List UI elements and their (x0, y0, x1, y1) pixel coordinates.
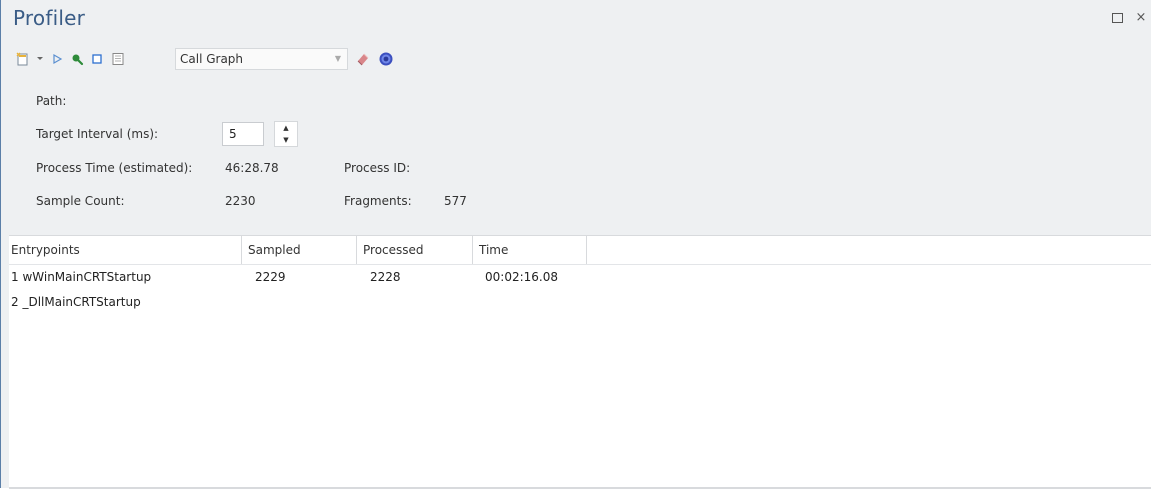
fragments-value: 577 (444, 194, 467, 208)
spin-up-icon[interactable]: ▲ (275, 122, 297, 134)
table-row[interactable]: 2 _DllMainCRTStartup (9, 291, 1151, 313)
column-sampled[interactable]: Sampled (242, 236, 357, 264)
dropdown-arrow-icon[interactable] (33, 48, 47, 70)
target-interval-input[interactable]: 5 (222, 122, 264, 146)
path-label: Path: (36, 94, 67, 108)
view-select[interactable]: Call Graph ▼ (175, 48, 348, 70)
entrypoint-cell: 1 wWinMainCRTStartup (11, 270, 152, 284)
column-processed[interactable]: Processed (357, 236, 473, 264)
process-id-label: Process ID: (344, 161, 411, 175)
sample-count-value: 2230 (225, 194, 256, 208)
target-interval-spinner[interactable]: ▲ ▼ (274, 121, 298, 147)
sample-count-label: Sample Count: (36, 194, 125, 208)
new-session-icon[interactable] (13, 48, 33, 70)
column-time[interactable]: Time (473, 236, 587, 264)
report-icon[interactable] (107, 48, 129, 70)
eraser-icon[interactable] (353, 48, 373, 70)
sampled-cell: 2229 (255, 270, 286, 284)
list-header: Entrypoints Sampled Processed Time (9, 236, 1151, 265)
time-cell: 00:02:16.08 (485, 270, 558, 284)
entrypoints-list: Entrypoints Sampled Processed Time 1 wWi… (9, 235, 1151, 489)
window-title: Profiler (13, 6, 86, 30)
spin-down-icon[interactable]: ▼ (275, 134, 297, 146)
entrypoint-cell: 2 _DllMainCRTStartup (11, 295, 141, 309)
help-icon[interactable] (376, 48, 396, 70)
fragments-label: Fragments: (344, 194, 412, 208)
target-interval-label: Target Interval (ms): (36, 127, 159, 141)
table-row[interactable]: 1 wWinMainCRTStartup 2229 2228 00:02:16.… (9, 266, 1151, 288)
window-controls: × (1112, 10, 1148, 25)
profiler-window: Profiler × Call Graph ▼ Path: Target Int… (0, 0, 1151, 489)
view-select-value: Call Graph (180, 52, 244, 66)
process-time-value: 46:28.78 (225, 161, 279, 175)
process-time-label: Process Time (estimated): (36, 161, 193, 175)
maximize-icon[interactable] (1112, 10, 1126, 25)
run-icon[interactable] (47, 48, 67, 70)
attach-icon[interactable] (67, 48, 87, 70)
stop-icon[interactable] (87, 48, 107, 70)
title-bar: Profiler × (1, 0, 1151, 38)
processed-cell: 2228 (370, 270, 401, 284)
column-entrypoints[interactable]: Entrypoints (9, 236, 242, 264)
chevron-down-icon[interactable]: ▼ (331, 49, 345, 69)
close-icon[interactable]: × (1134, 10, 1148, 25)
